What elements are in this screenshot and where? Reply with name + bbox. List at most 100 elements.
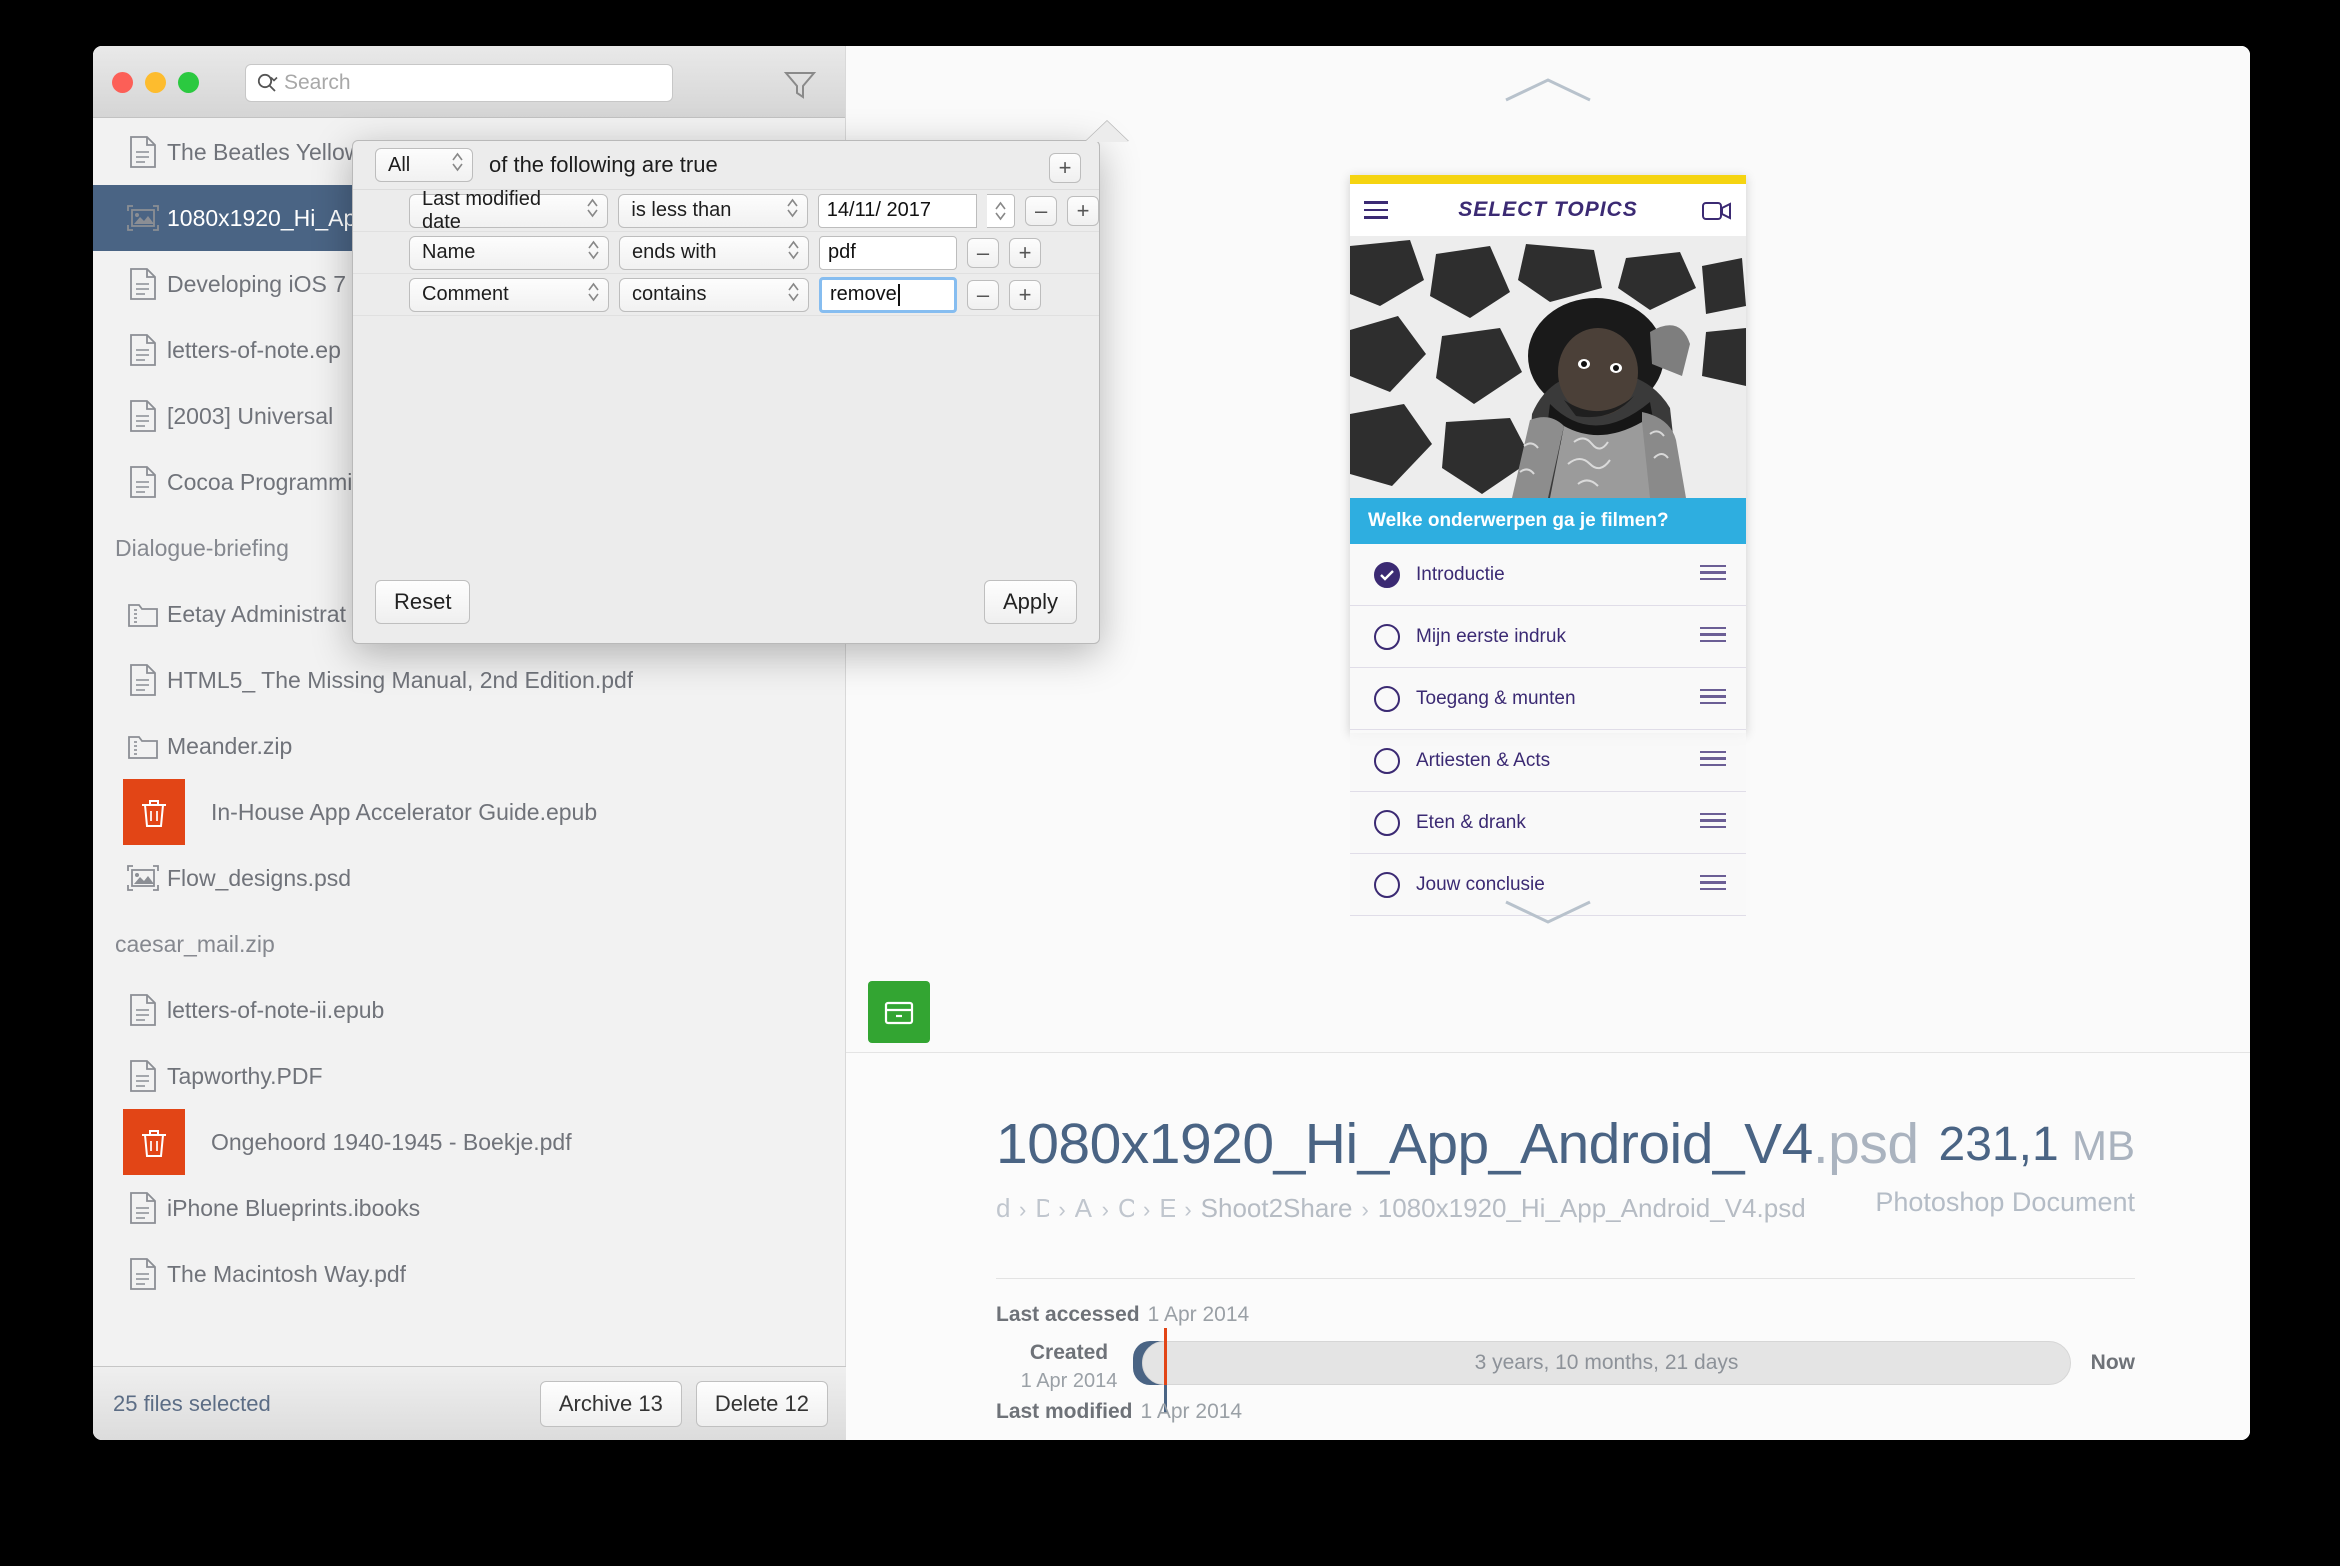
trash-badge[interactable]: [123, 779, 185, 845]
file-name-label: The Macintosh Way.pdf: [167, 1260, 407, 1287]
file-list-row[interactable]: iPhone Blueprints.ibooks: [93, 1175, 845, 1241]
reset-button[interactable]: Reset: [375, 580, 471, 624]
criterion-field-select[interactable]: Name: [409, 235, 609, 270]
remove-criterion-button[interactable]: –: [967, 279, 999, 310]
drag-handle-icon[interactable]: [1700, 688, 1726, 709]
criterion-operator-select[interactable]: ends with: [619, 235, 809, 270]
radio-icon[interactable]: [1374, 809, 1400, 836]
drag-handle-icon[interactable]: [1700, 750, 1726, 771]
add-criterion-button[interactable]: +: [1009, 237, 1041, 268]
hamburger-icon[interactable]: [1364, 201, 1388, 224]
add-criterion-button[interactable]: +: [1009, 279, 1041, 310]
delete-button[interactable]: Delete 12: [695, 1380, 828, 1427]
phone-topic-item[interactable]: Introductie: [1350, 544, 1746, 606]
date-stepper[interactable]: [987, 193, 1016, 228]
archive-folder-icon: [128, 604, 158, 627]
trash-badge[interactable]: [123, 1109, 185, 1175]
phone-topic-item[interactable]: Toegang & munten: [1350, 668, 1746, 730]
search-input[interactable]: Search: [245, 64, 673, 102]
phone-topic-item[interactable]: Eten & drank: [1350, 792, 1746, 854]
breadcrumb-item[interactable]: C: [1118, 1193, 1134, 1224]
radio-icon[interactable]: [1374, 623, 1400, 650]
file-list-row[interactable]: Meander.zip: [93, 713, 845, 779]
document-icon: [130, 334, 156, 366]
popover-arrow: [1085, 121, 1129, 142]
document-icon: [130, 1060, 156, 1092]
criterion-field-select[interactable]: Comment: [409, 277, 609, 312]
phone-topic-item[interactable]: Mijn eerste indruk: [1350, 606, 1746, 668]
radio-icon[interactable]: [1374, 747, 1400, 774]
breadcrumb-item[interactable]: D: [1035, 1193, 1049, 1224]
phone-navbar: SELECT TOPICS: [1350, 184, 1746, 236]
file-list-row[interactable]: In-House App Accelerator Guide.epub: [93, 779, 845, 845]
breadcrumb-item[interactable]: Shoot2Share: [1201, 1193, 1353, 1224]
drag-handle-icon[interactable]: [1700, 874, 1726, 895]
add-criterion-button[interactable]: +: [1067, 195, 1099, 226]
drag-handle-icon[interactable]: [1700, 626, 1726, 647]
file-list-row[interactable]: HTML5_ The Missing Manual, 2nd Edition.p…: [93, 647, 845, 713]
file-list-row[interactable]: Flow_designs.psd: [93, 845, 845, 911]
archive-button[interactable]: Archive 13: [539, 1380, 682, 1427]
chevron-down-icon[interactable]: [1502, 896, 1594, 926]
breadcrumb-item[interactable]: di: [996, 1193, 1010, 1224]
criterion-operator-select[interactable]: contains: [619, 277, 809, 312]
trash-icon: [142, 1130, 166, 1157]
file-list-row[interactable]: Ongehoord 1940-1945 - Boekje.pdf: [93, 1109, 845, 1175]
search-placeholder: Search: [284, 71, 351, 94]
filter-criterion-row: Comment contains remove – +: [353, 274, 1099, 316]
chevron-up-icon[interactable]: [1502, 74, 1594, 104]
filter-criterion-row: Last modified date is less than 14/11/ 201…: [353, 188, 1099, 233]
chevron-updown-icon: [772, 197, 799, 225]
file-type-icon: [119, 267, 167, 301]
last-modified-row: Last modified 1 Apr 2014: [996, 1400, 1242, 1424]
breadcrumb-item[interactable]: E: [1159, 1193, 1175, 1224]
checked-radio-icon[interactable]: [1374, 561, 1400, 588]
file-list-row[interactable]: caesar_mail.zip: [93, 911, 845, 977]
remove-criterion-button[interactable]: –: [1025, 195, 1058, 226]
remove-criterion-button[interactable]: –: [967, 237, 999, 268]
search-icon: [257, 73, 278, 92]
drag-handle-icon[interactable]: [1700, 812, 1726, 833]
file-name-ext: .psd: [1812, 1112, 1919, 1176]
close-button[interactable]: [112, 72, 133, 93]
phone-topic-item[interactable]: Artiesten & Acts: [1350, 730, 1746, 792]
criterion-date-input[interactable]: 14/11/ 2017: [817, 193, 978, 228]
zoom-button[interactable]: [178, 72, 199, 93]
breadcrumb-separator: ›: [1142, 1197, 1151, 1222]
breadcrumb[interactable]: di › D › A › C › E › Shoot2Share › 1080x1920_Hi_App_…: [996, 1193, 1806, 1224]
phone-topic-label: Eten & drank: [1416, 811, 1526, 833]
file-type-icon: [119, 333, 167, 367]
file-list-row[interactable]: letters-of-note-ii.epub: [93, 977, 845, 1043]
file-name-label: In-House App Accelerator Guide.epub: [211, 798, 598, 825]
window-titlebar: Search: [93, 46, 901, 118]
file-name-label: Ongehoord 1940-1945 - Boekje.pdf: [211, 1128, 572, 1155]
match-type-select[interactable]: All: [375, 148, 473, 182]
file-type-icon: [119, 135, 167, 169]
file-list-row[interactable]: Tapworthy.PDF: [93, 1043, 845, 1109]
radio-icon[interactable]: [1374, 871, 1400, 898]
chevron-updown-icon: [773, 239, 800, 267]
created-label: Created: [1029, 1341, 1109, 1364]
minimize-button[interactable]: [145, 72, 166, 93]
add-criterion-button[interactable]: +: [1049, 153, 1081, 183]
video-camera-icon[interactable]: [1702, 200, 1732, 222]
archive-drop-icon[interactable]: [868, 981, 930, 1043]
last-modified-value: 1 Apr 2014: [1140, 1400, 1243, 1423]
criterion-value-input[interactable]: remove: [819, 276, 957, 313]
breadcrumb-item[interactable]: 1080x1920_Hi_App_Android_V4.psd: [1378, 1193, 1806, 1224]
drag-handle-icon[interactable]: [1700, 564, 1726, 585]
file-list-row[interactable]: The Macintosh Way.pdf: [93, 1241, 845, 1307]
funnel-icon[interactable]: [783, 68, 817, 100]
apply-button[interactable]: Apply: [983, 580, 1077, 624]
phone-topic-label: Toegang & munten: [1416, 687, 1576, 709]
radio-icon[interactable]: [1374, 685, 1400, 712]
screen: Search The Beatles Yellow 1080x1920_Hi_Ap…: [0, 0, 2340, 1566]
criterion-value-input[interactable]: pdf: [819, 235, 957, 270]
breadcrumb-item[interactable]: A: [1075, 1193, 1093, 1224]
phone-topic-list[interactable]: Introductie Mijn eerste indruk Toegang & m…: [1350, 544, 1746, 916]
archive-folder-icon: [128, 736, 158, 759]
breadcrumb-separator: ›: [1361, 1197, 1369, 1222]
criterion-operator-select[interactable]: is less than: [618, 193, 808, 228]
criterion-field-select[interactable]: Last modified date: [409, 188, 609, 233]
chevron-updown-icon: [773, 281, 800, 309]
